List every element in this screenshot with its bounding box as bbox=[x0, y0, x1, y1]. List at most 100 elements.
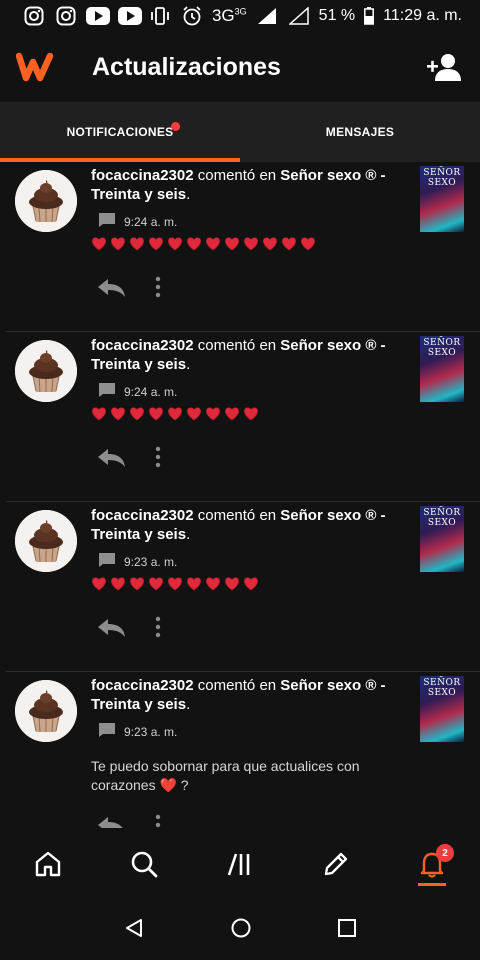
heart-icon bbox=[263, 237, 277, 251]
reply-icon[interactable] bbox=[94, 812, 128, 828]
timestamp: 9:23 a. m. bbox=[124, 724, 178, 739]
nav-library[interactable] bbox=[192, 828, 288, 900]
comment-icon bbox=[98, 722, 116, 741]
story-cover[interactable]: SEÑOR SEXO bbox=[420, 166, 464, 232]
nav-notifications[interactable]: 2 bbox=[384, 828, 480, 900]
heart-icon bbox=[244, 577, 258, 591]
heart-icon bbox=[111, 407, 125, 421]
notification-feed[interactable]: focaccina2302 comentó en Señor sexo ® - … bbox=[0, 162, 480, 828]
notification-text: focaccina2302 comentó en Señor sexo ® - … bbox=[91, 507, 386, 543]
tab-label: MENSAJES bbox=[325, 125, 395, 139]
search-icon bbox=[131, 851, 158, 878]
heart-icon bbox=[168, 577, 182, 591]
active-indicator bbox=[418, 883, 446, 886]
status-bar: 3G3G 51 % 11:29 a. m. bbox=[0, 0, 480, 32]
comment-icon bbox=[98, 382, 116, 401]
pencil-icon bbox=[324, 852, 348, 876]
heart-icon bbox=[206, 577, 220, 591]
heart-icon bbox=[149, 237, 163, 251]
heart-icon bbox=[168, 407, 182, 421]
avatar[interactable] bbox=[15, 510, 77, 572]
heart-icon bbox=[225, 407, 239, 421]
heart-icon bbox=[92, 577, 106, 591]
timestamp: 9:24 a. m. bbox=[124, 214, 178, 229]
add-friend-icon[interactable] bbox=[424, 47, 464, 87]
avatar[interactable] bbox=[15, 170, 77, 232]
heart-row bbox=[91, 406, 259, 421]
instagram-icon bbox=[54, 6, 78, 26]
battery-percent: 51 % bbox=[318, 7, 356, 24]
heart-icon bbox=[111, 577, 125, 591]
username[interactable]: focaccina2302 bbox=[91, 337, 194, 354]
bottom-navigation: 2 bbox=[0, 828, 480, 900]
heart-icon bbox=[168, 237, 182, 251]
reply-icon[interactable] bbox=[94, 614, 128, 640]
more-options-icon[interactable] bbox=[150, 274, 166, 300]
youtube-icon bbox=[86, 6, 110, 26]
avatar[interactable] bbox=[15, 340, 77, 402]
cover-title: SEÑOR SEXO bbox=[423, 168, 461, 188]
more-options-icon[interactable] bbox=[150, 614, 166, 640]
notification-item[interactable]: focaccina2302 comentó en Señor sexo ® - … bbox=[0, 162, 480, 332]
heart-icon bbox=[130, 237, 144, 251]
wattpad-logo[interactable] bbox=[15, 50, 58, 84]
unread-dot bbox=[171, 122, 180, 131]
notification-text: focaccina2302 comentó en Señor sexo ® - … bbox=[91, 677, 386, 713]
comment-icon bbox=[98, 212, 116, 231]
tab-label: NOTIFICACIONES bbox=[66, 125, 174, 139]
heart-icon bbox=[149, 577, 163, 591]
nav-write[interactable] bbox=[288, 828, 384, 900]
notification-badge: 2 bbox=[436, 844, 454, 862]
comment-meta: 9:24 a. m. bbox=[98, 382, 177, 401]
username[interactable]: focaccina2302 bbox=[91, 507, 194, 524]
notification-item[interactable]: focaccina2302 comentó en Señor sexo ® - … bbox=[0, 332, 480, 502]
youtube-icon bbox=[118, 6, 142, 26]
notification-text: focaccina2302 comentó en Señor sexo ® - … bbox=[91, 337, 386, 373]
heart-icon bbox=[130, 407, 144, 421]
heart-icon bbox=[225, 237, 239, 251]
nav-home[interactable] bbox=[0, 828, 96, 900]
nav-search[interactable] bbox=[96, 828, 192, 900]
heart-icon bbox=[187, 237, 201, 251]
home-button-icon[interactable] bbox=[230, 917, 252, 944]
heart-icon bbox=[244, 407, 258, 421]
recents-icon[interactable] bbox=[337, 918, 357, 943]
timestamp: 9:23 a. m. bbox=[124, 554, 178, 569]
notification-item[interactable]: focaccina2302 comentó en Señor sexo ® - … bbox=[0, 672, 480, 828]
library-icon bbox=[227, 853, 250, 876]
heart-icon bbox=[225, 577, 239, 591]
comment-meta: 9:23 a. m. bbox=[98, 552, 177, 571]
heart-icon bbox=[130, 577, 144, 591]
tab-messages[interactable]: MENSAJES bbox=[240, 102, 480, 162]
comment-meta: 9:24 a. m. bbox=[98, 212, 177, 231]
reply-icon[interactable] bbox=[94, 274, 128, 300]
more-options-icon[interactable] bbox=[150, 444, 166, 470]
network-type: 3G3G bbox=[211, 6, 247, 25]
home-icon bbox=[35, 851, 61, 877]
back-icon[interactable] bbox=[123, 917, 145, 944]
story-cover[interactable]: SEÑOR SEXO bbox=[420, 676, 464, 742]
reply-icon[interactable] bbox=[94, 444, 128, 470]
heart-icon bbox=[92, 237, 106, 251]
system-navigation bbox=[0, 900, 480, 960]
cover-title: SEÑOR SEXO bbox=[423, 338, 461, 358]
signal-icon bbox=[287, 6, 311, 26]
heart-icon bbox=[92, 407, 106, 421]
tab-notifications[interactable]: NOTIFICACIONES bbox=[0, 102, 240, 162]
battery-icon bbox=[363, 6, 375, 26]
comment-message: Te puedo sobornar para que actualices co… bbox=[91, 758, 360, 793]
more-options-icon[interactable] bbox=[150, 812, 166, 828]
cover-title: SEÑOR SEXO bbox=[423, 508, 461, 528]
page-title: Actualizaciones bbox=[92, 52, 281, 81]
heart-icon bbox=[244, 237, 258, 251]
comment-meta: 9:23 a. m. bbox=[98, 722, 177, 741]
username[interactable]: focaccina2302 bbox=[91, 167, 194, 184]
heart-icon bbox=[301, 237, 315, 251]
story-cover[interactable]: SEÑOR SEXO bbox=[420, 336, 464, 402]
avatar[interactable] bbox=[15, 680, 77, 742]
notification-item[interactable]: focaccina2302 comentó en Señor sexo ® - … bbox=[0, 502, 480, 672]
heart-icon bbox=[187, 407, 201, 421]
story-cover[interactable]: SEÑOR SEXO bbox=[420, 506, 464, 572]
heart-icon bbox=[206, 407, 220, 421]
username[interactable]: focaccina2302 bbox=[91, 677, 194, 694]
